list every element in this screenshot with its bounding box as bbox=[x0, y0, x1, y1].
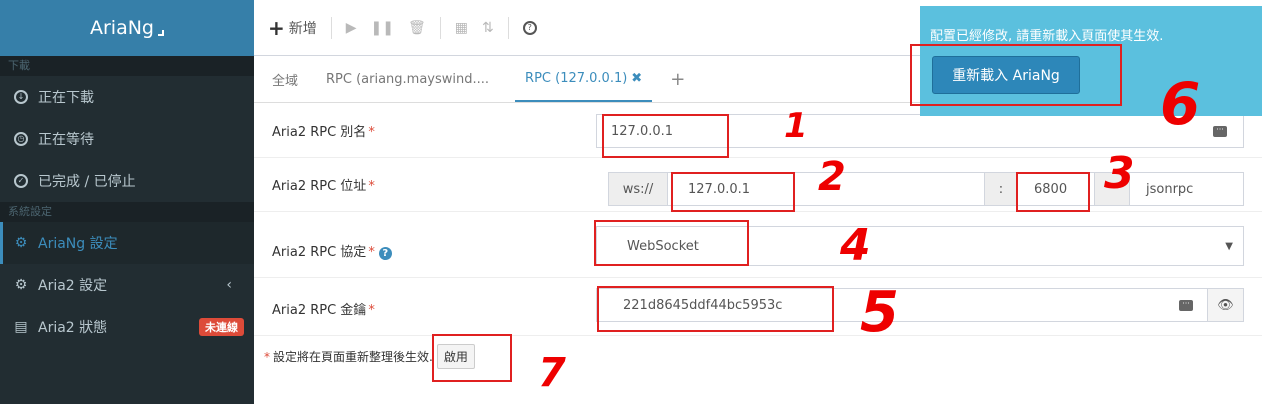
question-icon: ? bbox=[522, 20, 537, 35]
tab-label: 全域 bbox=[272, 73, 299, 89]
annotation-box-1 bbox=[602, 114, 729, 158]
tab-rpc-mayswind[interactable]: RPC (ariang.mayswind.... bbox=[324, 56, 503, 102]
close-icon[interactable]: ✖ bbox=[631, 71, 642, 86]
rpc-protocol-label: Aria2 RPC 協定 *? bbox=[254, 241, 596, 260]
sidebar-item-label: AriaNg 設定 bbox=[38, 236, 118, 252]
tab-label: RPC (ariang.mayswind.... bbox=[326, 71, 490, 87]
gears-icon: ⚙ bbox=[14, 277, 28, 293]
rpc-secret-label: Aria2 RPC 金鑰 * bbox=[272, 303, 375, 318]
play-icon: ▶ bbox=[345, 19, 357, 36]
pause-icon: ❚❚ bbox=[370, 19, 395, 36]
annotation-number-3: 3 bbox=[1104, 148, 1135, 199]
section-settings-title: 系統設定 bbox=[0, 202, 254, 222]
sidebar: AriaNg 下載 ↓ 正在下載 ◷ 正在等待 ✓ 已完成 / 已停止 系統設定… bbox=[0, 0, 254, 404]
annotation-number-5: 5 bbox=[860, 280, 899, 345]
toolbar-divider bbox=[507, 16, 509, 39]
select-all-button[interactable]: ▦ bbox=[455, 20, 468, 36]
brand-title: AriaNg bbox=[89, 17, 154, 39]
plus-icon: + bbox=[268, 15, 285, 40]
tab-rpc-local[interactable]: RPC (127.0.0.1) ✖ bbox=[515, 56, 653, 102]
sidebar-item-label: 已完成 / 已停止 bbox=[38, 174, 136, 190]
sidebar-item-ariang-settings[interactable]: ⚙ AriaNg 設定 bbox=[0, 222, 254, 264]
tab-label: RPC (127.0.0.1) bbox=[525, 70, 628, 86]
rpc-host-port-separator: : bbox=[984, 172, 1018, 206]
rpc-path-input[interactable]: jsonrpc bbox=[1129, 172, 1244, 206]
toolbar-divider bbox=[330, 16, 332, 39]
gear-icon: ⚙ bbox=[14, 235, 28, 251]
sort-icon: ⇅ bbox=[482, 19, 494, 36]
add-rpc-tab-button[interactable]: + bbox=[664, 56, 691, 102]
download-circle-icon: ↓ bbox=[10, 90, 32, 104]
new-task-label: 新增 bbox=[288, 20, 317, 37]
new-task-button[interactable]: + 新增 bbox=[268, 16, 317, 40]
brand-logo[interactable]: AriaNg bbox=[0, 0, 254, 56]
trash-icon: 🗑 bbox=[408, 19, 426, 36]
annotation-box-3 bbox=[1016, 172, 1090, 212]
sidebar-item-aria2-settings[interactable]: ⚙ Aria2 設定 ‹ bbox=[0, 264, 254, 306]
plus-icon: + bbox=[670, 68, 686, 90]
sidebar-item-aria2-status[interactable]: ▤ Aria2 狀態 未連線 bbox=[0, 306, 254, 348]
annotation-box-4 bbox=[594, 220, 749, 266]
annotation-box-2 bbox=[671, 172, 795, 212]
annotation-number-6: 6 bbox=[1160, 70, 1201, 138]
rpc-protocol-prefix: ws:// bbox=[608, 172, 668, 206]
caret-down-icon: ▼ bbox=[1225, 240, 1233, 252]
annotation-number-2: 2 bbox=[818, 154, 846, 200]
annotation-number-1: 1 bbox=[784, 106, 808, 146]
sidebar-item-label: 正在等待 bbox=[38, 132, 94, 148]
sidebar-item-label: Aria2 狀態 bbox=[38, 320, 108, 336]
rpc-alias-label: Aria2 RPC 別名 * bbox=[272, 125, 375, 140]
sidebar-item-stopped[interactable]: ✓ 已完成 / 已停止 bbox=[0, 160, 254, 202]
ellipsis-icon[interactable]: ··· bbox=[1179, 299, 1193, 311]
caret-down-icon bbox=[158, 30, 164, 36]
sidebar-item-waiting[interactable]: ◷ 正在等待 bbox=[0, 118, 254, 160]
section-download-title: 下載 bbox=[0, 56, 254, 76]
notification-message: 配置已經修改, 請重新載入頁面使其生效. bbox=[930, 29, 1164, 44]
sort-button[interactable]: ⇅ bbox=[482, 20, 494, 36]
sidebar-item-label: 正在下載 bbox=[38, 90, 94, 106]
clock-icon: ◷ bbox=[10, 132, 32, 146]
grid-icon: ▦ bbox=[454, 19, 469, 36]
sidebar-item-label: Aria2 設定 bbox=[38, 278, 108, 294]
status-badge: 未連線 bbox=[199, 318, 244, 336]
eye-icon: 👁 bbox=[1217, 297, 1234, 313]
rpc-address-label: Aria2 RPC 位址 * bbox=[272, 179, 375, 194]
server-icon: ▤ bbox=[14, 319, 28, 335]
help-circle-icon[interactable]: ? bbox=[378, 247, 392, 260]
tab-global[interactable]: 全域 bbox=[270, 56, 312, 102]
annotation-number-4: 4 bbox=[840, 220, 871, 271]
refresh-hint-text: 設定將在頁面重新整理後生效. bbox=[273, 350, 433, 364]
sidebar-item-downloading[interactable]: ↓ 正在下載 bbox=[0, 76, 254, 118]
toolbar-divider bbox=[439, 16, 441, 39]
annotation-box-7 bbox=[432, 334, 512, 382]
show-secret-button[interactable]: 👁 bbox=[1207, 288, 1244, 322]
help-button[interactable]: ? bbox=[522, 20, 537, 35]
annotation-box-6 bbox=[910, 44, 1122, 106]
start-button[interactable]: ▶ bbox=[346, 20, 357, 36]
chevron-left-icon: ‹ bbox=[226, 277, 232, 293]
annotation-box-5 bbox=[597, 286, 834, 332]
check-circle-icon: ✓ bbox=[10, 174, 32, 188]
delete-button[interactable]: 🗑 bbox=[408, 20, 426, 36]
annotation-number-7: 7 bbox=[538, 350, 566, 396]
pause-button[interactable]: ❚❚ bbox=[371, 20, 394, 36]
ellipsis-icon[interactable]: ··· bbox=[1213, 125, 1227, 137]
